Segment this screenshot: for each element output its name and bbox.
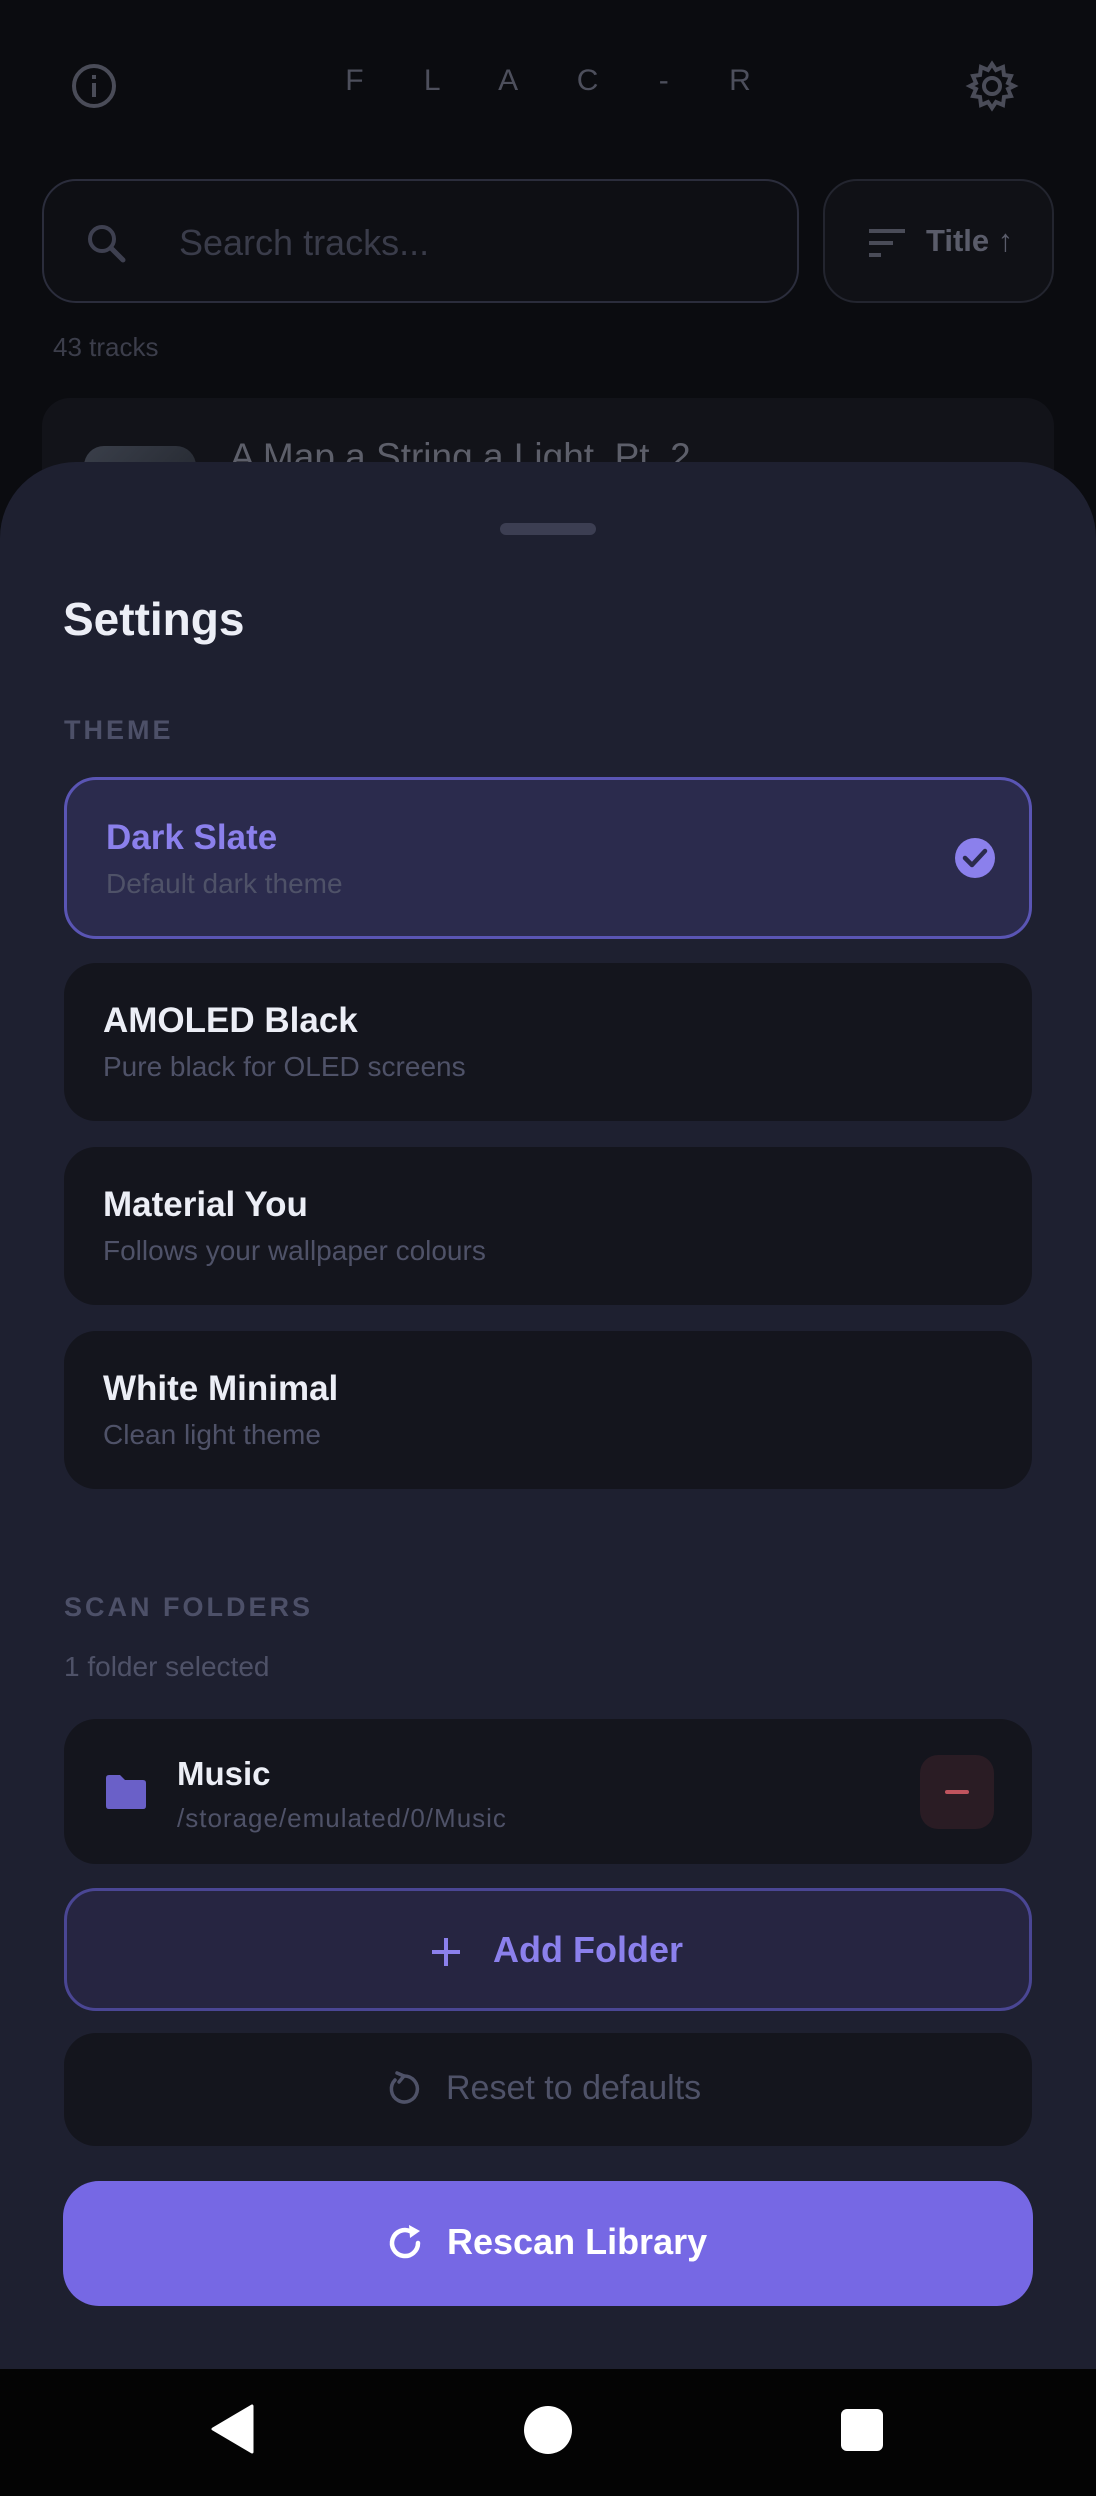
gear-icon	[965, 60, 1019, 112]
track-count: 43 tracks	[53, 332, 159, 362]
search-field[interactable]	[42, 179, 799, 303]
library-background: F L A C - R Search tracks... Title ↑ 43 …	[0, 0, 1096, 538]
theme-description: Clean light theme	[103, 1419, 321, 1450]
settings-button[interactable]	[964, 58, 1020, 114]
sort-icon	[869, 229, 905, 257]
system-nav-bar	[0, 2369, 1096, 2496]
plus-icon	[432, 1938, 460, 1966]
theme-option-white-minimal[interactable]: White Minimal Clean light theme	[64, 1331, 1032, 1489]
app-title: F L A C - R	[345, 64, 777, 97]
add-folder-label: Add Folder	[493, 1929, 683, 1970]
back-icon[interactable]	[210, 2404, 254, 2454]
drag-handle[interactable]	[500, 523, 596, 535]
reset-icon	[389, 2071, 420, 2104]
theme-option-material-you[interactable]: Material You Follows your wallpaper colo…	[64, 1147, 1032, 1305]
theme-description: Follows your wallpaper colours	[103, 1235, 486, 1266]
screen: F L A C - R Search tracks... Title ↑ 43 …	[0, 0, 1096, 2496]
minus-icon	[945, 1790, 969, 1794]
theme-option-amoled-black[interactable]: AMOLED Black Pure black for OLED screens	[64, 963, 1032, 1121]
sheet-title: Settings	[63, 593, 245, 645]
refresh-icon	[389, 2225, 421, 2259]
sort-label: Title ↑	[926, 223, 1014, 258]
search-input[interactable]	[179, 211, 759, 275]
theme-description: Default dark theme	[106, 868, 343, 899]
theme-section-label: THEME	[64, 715, 174, 745]
sort-button[interactable]: Title ↑	[823, 179, 1054, 303]
theme-option-dark-slate[interactable]: Dark Slate Default dark theme	[64, 777, 1032, 939]
theme-name: White Minimal	[103, 1369, 339, 1408]
rescan-label: Rescan Library	[447, 2221, 708, 2262]
home-icon[interactable]	[524, 2406, 572, 2454]
check-circle-icon	[955, 838, 995, 878]
folder-item: Music /storage/emulated/0/Music	[64, 1719, 1032, 1864]
theme-name: Dark Slate	[106, 818, 278, 857]
theme-description: Pure black for OLED screens	[103, 1051, 466, 1082]
reset-defaults-button[interactable]: Reset to defaults	[64, 2033, 1032, 2146]
add-folder-button[interactable]: Add Folder	[64, 1888, 1032, 2011]
top-app-bar: F L A C - R	[0, 40, 1096, 130]
scan-folders-section-label: SCAN FOLDERS	[64, 1592, 314, 1622]
rescan-library-button[interactable]: Rescan Library	[63, 2181, 1033, 2306]
recents-icon[interactable]	[841, 2409, 883, 2451]
reset-label: Reset to defaults	[446, 2069, 702, 2107]
folder-path: /storage/emulated/0/Music	[177, 1803, 507, 1833]
settings-sheet: Settings THEME Dark Slate Default dark t…	[0, 462, 1096, 2369]
remove-folder-button[interactable]	[920, 1755, 994, 1829]
folders-selected-count: 1 folder selected	[64, 1651, 270, 1682]
theme-name: Material You	[103, 1185, 308, 1224]
folder-icon	[106, 1775, 146, 1809]
search-icon	[88, 225, 126, 263]
folder-name: Music	[177, 1755, 271, 1792]
theme-name: AMOLED Black	[103, 1001, 358, 1040]
